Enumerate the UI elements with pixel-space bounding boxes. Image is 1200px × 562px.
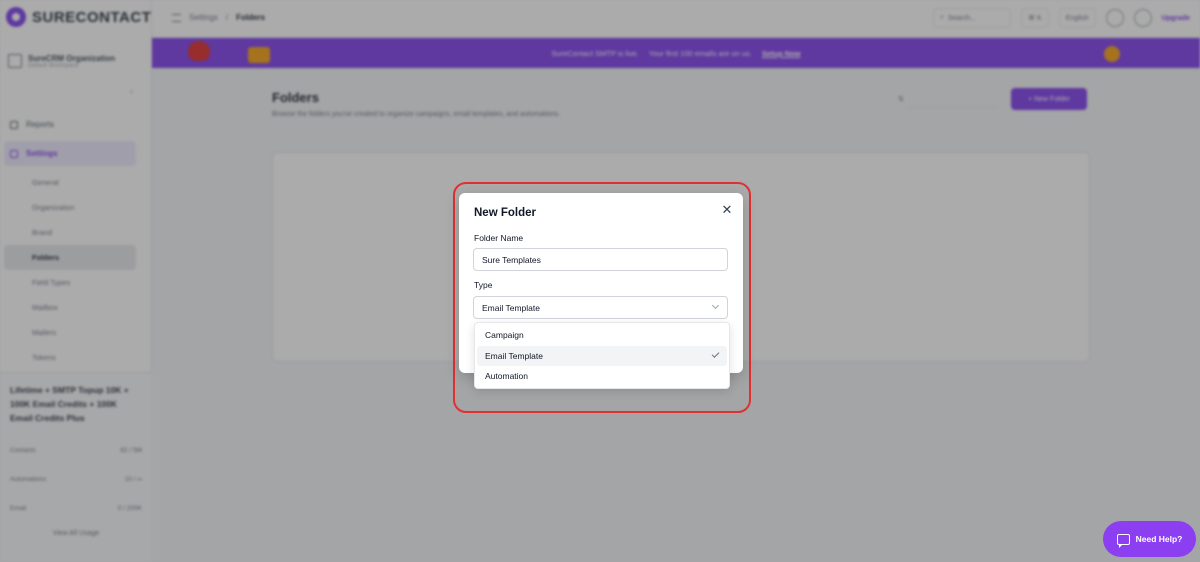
modal-title: New Folder	[474, 207, 536, 219]
option-label: Campaign	[485, 330, 524, 341]
need-help-label: Need Help?	[1135, 534, 1183, 544]
folder-name-input[interactable]	[473, 248, 728, 271]
close-icon[interactable]: ✕	[720, 203, 734, 217]
check-icon	[711, 349, 720, 358]
type-label: Type	[474, 280, 493, 290]
need-help-button[interactable]: Need Help?	[1103, 521, 1196, 557]
type-option-email-template[interactable]: Email Template	[477, 345, 727, 366]
chevron-down-icon	[711, 301, 720, 310]
option-label: Automation	[485, 371, 528, 382]
type-selected-value: Email Template	[482, 302, 540, 313]
type-select[interactable]: Email Template	[473, 296, 728, 319]
type-option-campaign[interactable]: Campaign	[477, 325, 727, 346]
type-option-automation[interactable]: Automation	[477, 366, 727, 387]
folder-name-label: Folder Name	[474, 233, 524, 243]
option-label: Email Template	[485, 350, 543, 361]
type-dropdown-menu: Campaign Email Template Automation	[474, 322, 730, 389]
chat-icon	[1116, 533, 1130, 548]
